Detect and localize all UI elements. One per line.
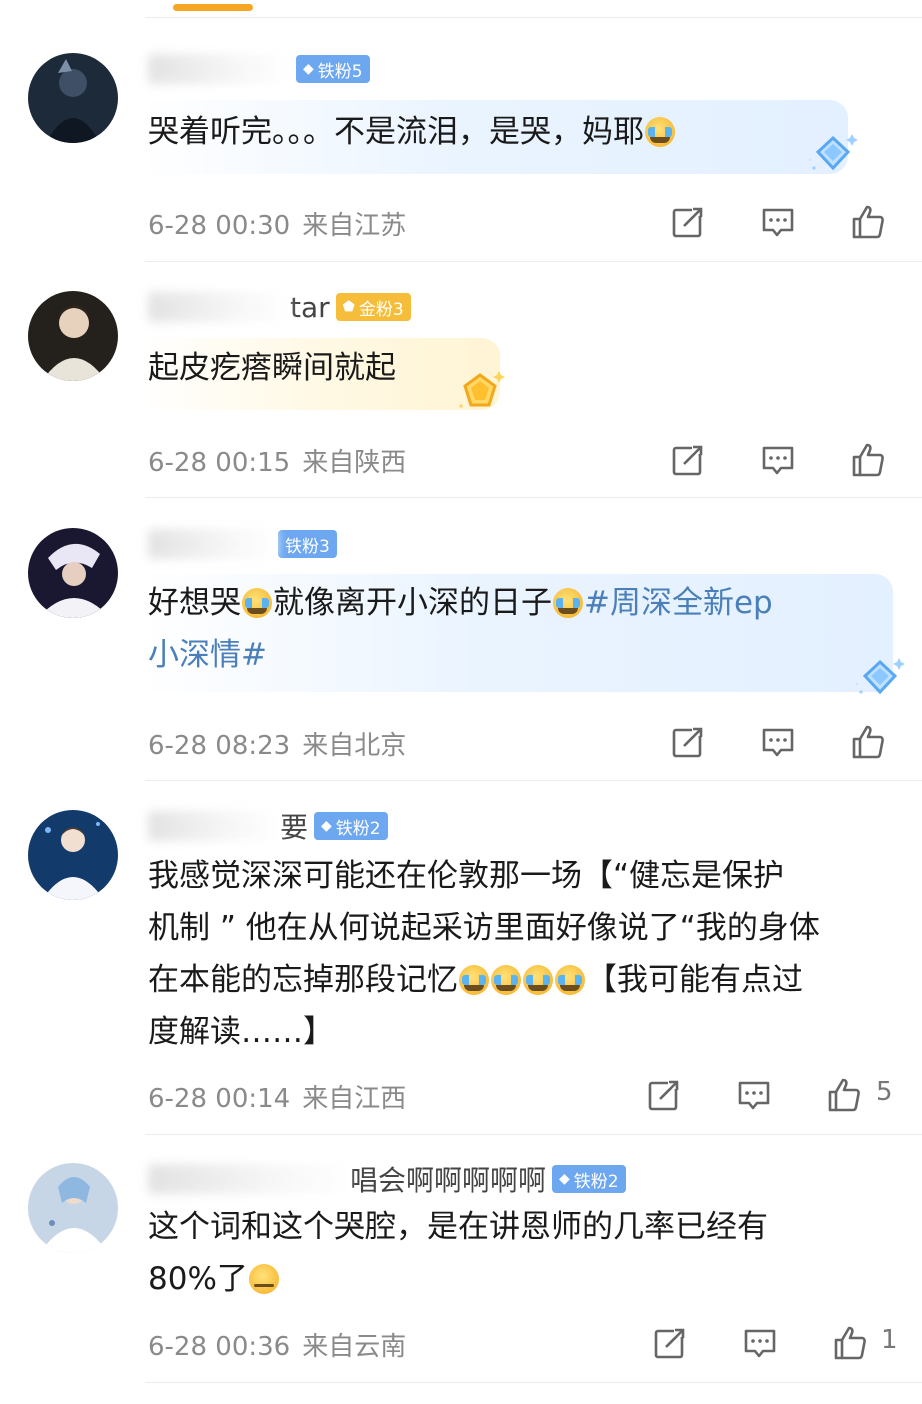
username: tar xyxy=(290,290,330,324)
comment-button[interactable] xyxy=(734,1075,774,1115)
fan-badge[interactable]: ◆ 铁粉5 xyxy=(296,55,370,83)
thumbs-up-icon xyxy=(850,442,886,478)
fan-badge[interactable]: ⬟ 金粉3 xyxy=(335,293,411,321)
crying-emoji-icon xyxy=(645,117,675,147)
username-row[interactable]: 铁粉3 xyxy=(148,527,337,561)
like-button[interactable] xyxy=(830,1323,870,1363)
username-row[interactable]: ◆ 铁粉5 xyxy=(148,52,370,86)
repost-button[interactable] xyxy=(650,1323,690,1363)
like-button[interactable] xyxy=(824,1075,864,1115)
repost-icon xyxy=(646,1077,682,1113)
divider xyxy=(145,497,922,498)
divider xyxy=(145,1134,922,1135)
like-button[interactable] xyxy=(848,722,888,762)
comment-button[interactable] xyxy=(758,202,798,242)
username-row[interactable]: tar ⬟ 金粉3 xyxy=(148,290,411,324)
avatar[interactable] xyxy=(28,53,118,143)
divider xyxy=(145,1382,922,1383)
comment-icon xyxy=(760,442,796,478)
hashtag-link[interactable]: 小深情# xyxy=(148,637,267,673)
like-count: 5 xyxy=(876,1077,893,1107)
repost-icon xyxy=(670,204,706,240)
repost-button[interactable] xyxy=(644,1075,684,1115)
crying-emoji-icon xyxy=(555,965,585,995)
like-button[interactable] xyxy=(848,440,888,480)
thumbs-up-icon xyxy=(832,1325,868,1361)
repost-button[interactable] xyxy=(668,202,708,242)
divider xyxy=(145,780,922,781)
username-blurred xyxy=(148,811,278,841)
username-row[interactable]: 唱会啊啊啊啊啊 ◆ 铁粉2 xyxy=(148,1162,626,1197)
crying-emoji-icon xyxy=(242,588,272,618)
username-blurred xyxy=(148,54,288,84)
comment-button[interactable] xyxy=(758,722,798,762)
like-button[interactable] xyxy=(848,202,888,242)
gem-icon: ⬟ xyxy=(342,299,355,315)
thumbs-up-icon xyxy=(850,724,886,760)
comment-text: 哭着听完。。。不是流泪，是哭，妈耶 xyxy=(148,106,848,158)
pleading-emoji-icon xyxy=(248,1264,279,1294)
avatar[interactable] xyxy=(28,810,118,900)
like-count: 1 xyxy=(881,1325,898,1355)
repost-icon xyxy=(670,724,706,760)
username-row[interactable]: 要 ◆ 铁粉2 xyxy=(148,809,388,844)
crying-emoji-icon xyxy=(523,965,553,995)
comment-text: 我感觉深深可能还在伦敦那一场【“健忘是保护 机制 ” 他在从何说起采访里面好像说… xyxy=(148,858,820,1050)
comment-icon xyxy=(736,1077,772,1113)
fan-badge[interactable]: ◆ 铁粉2 xyxy=(552,1165,626,1193)
crying-emoji-icon xyxy=(553,588,583,618)
thumbs-up-icon xyxy=(826,1077,862,1113)
username-blurred xyxy=(148,292,288,322)
comment-text: 好想哭 就像离开小深的日子 #周深全新ep 小深情# xyxy=(148,585,773,673)
avatar[interactable] xyxy=(28,291,118,381)
comment-text: 这个词和这个哭腔，是在讲恩师的几率已经有 80%了 xyxy=(148,1209,768,1297)
username: 要 xyxy=(280,811,309,844)
comment-icon xyxy=(742,1325,778,1361)
fan-badge[interactable]: 铁粉3 xyxy=(278,530,337,558)
username-blurred xyxy=(148,1164,348,1194)
divider xyxy=(145,17,922,18)
comment-button[interactable] xyxy=(740,1323,780,1363)
scroll-indicator xyxy=(173,4,253,11)
comment-button[interactable] xyxy=(758,440,798,480)
diamond-icon: ◆ xyxy=(321,818,332,834)
repost-button[interactable] xyxy=(668,440,708,480)
username-blurred xyxy=(148,529,278,559)
username: 唱会啊啊啊啊啊 xyxy=(350,1164,547,1197)
avatar[interactable] xyxy=(28,1163,118,1253)
thumbs-up-icon xyxy=(850,204,886,240)
comment-icon xyxy=(760,724,796,760)
comment-icon xyxy=(760,204,796,240)
crying-emoji-icon xyxy=(491,965,521,995)
comment-text: 起皮疙瘩瞬间就起 xyxy=(148,350,396,386)
diamond-icon: ◆ xyxy=(559,1171,570,1187)
fan-badge[interactable]: ◆ 铁粉2 xyxy=(314,812,388,840)
repost-icon xyxy=(670,442,706,478)
diamond-icon: ◆ xyxy=(303,61,314,77)
repost-icon xyxy=(652,1325,688,1361)
hashtag-link[interactable]: #周深全新ep xyxy=(584,585,773,621)
avatar[interactable] xyxy=(28,528,118,618)
crying-emoji-icon xyxy=(459,965,489,995)
repost-button[interactable] xyxy=(668,722,708,762)
divider xyxy=(145,261,922,262)
